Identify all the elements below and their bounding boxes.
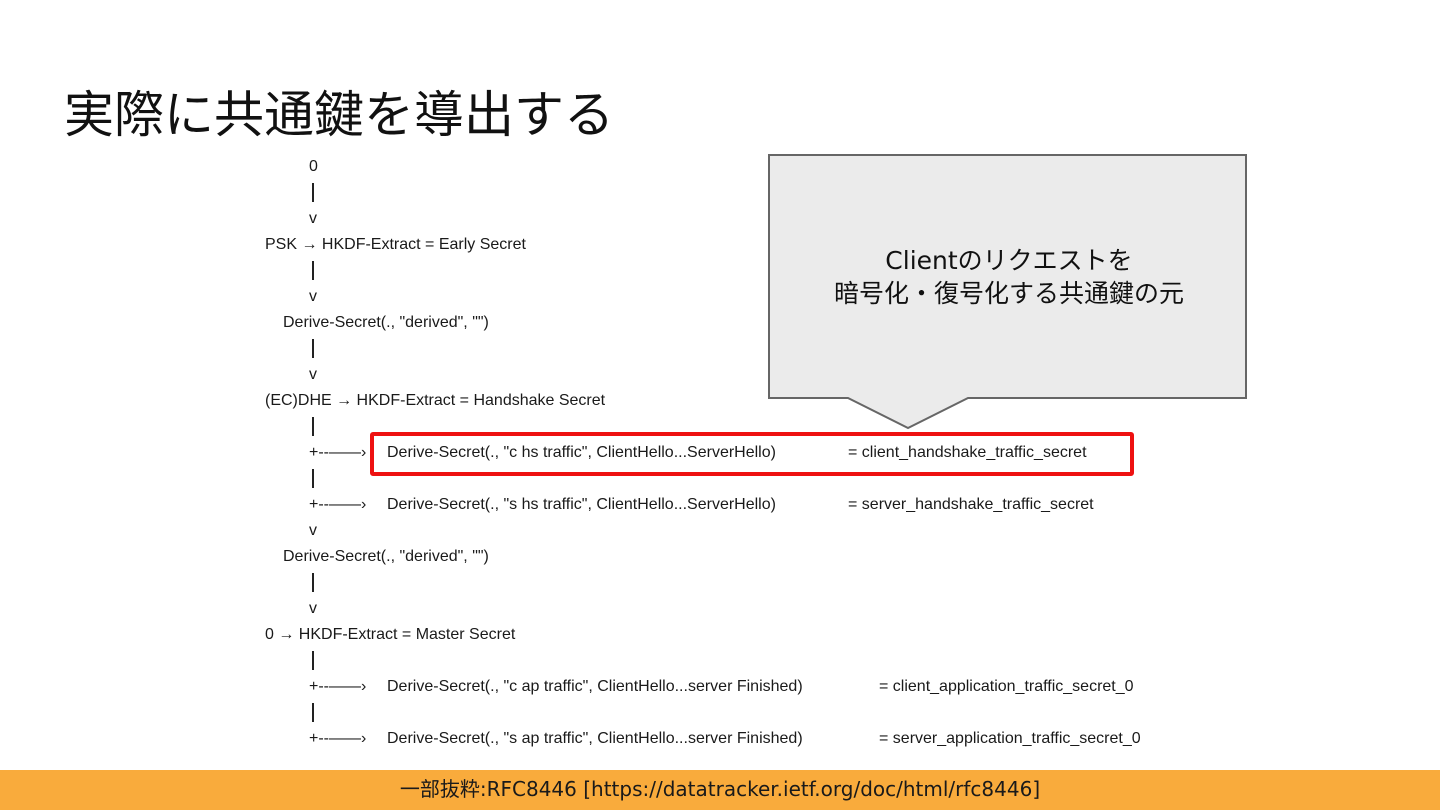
- flow-line: [312, 703, 314, 722]
- flow-arrow-v: v: [309, 210, 317, 227]
- source-footer: 一部抜粋:RFC8446 [https://datatracker.ietf.o…: [0, 770, 1440, 810]
- c-ap-result: = client_application_traffic_secret_0: [879, 678, 1134, 695]
- flow-line: [312, 651, 314, 670]
- branch-arrow: +--——›: [309, 444, 367, 461]
- s-ap-result: = server_application_traffic_secret_0: [879, 730, 1141, 747]
- early-secret-line: PSK → HKDF-Extract = Early Secret: [265, 236, 526, 253]
- flow-line: [312, 573, 314, 592]
- branch-arrow: +--——›: [309, 496, 367, 513]
- derive-derived-line: Derive-Secret(., "derived", ""): [283, 548, 489, 565]
- flow-arrow-v: v: [309, 600, 317, 617]
- highlight-box: [370, 432, 1134, 476]
- branch-arrow: +--——›: [309, 730, 367, 747]
- s-hs-derive: Derive-Secret(., "s hs traffic", ClientH…: [387, 496, 776, 513]
- handshake-secret-line: (EC)DHE → HKDF-Extract = Handshake Secre…: [265, 392, 606, 409]
- flow-line: [312, 469, 314, 488]
- s-hs-result: = server_handshake_traffic_secret: [848, 496, 1094, 513]
- master-secret-line: 0 → HKDF-Extract = Master Secret: [265, 626, 516, 643]
- derive-derived-line: Derive-Secret(., "derived", ""): [283, 314, 489, 331]
- flow-line: [312, 183, 314, 202]
- source-citation: 一部抜粋:RFC8446 [https://datatracker.ietf.o…: [399, 777, 1041, 801]
- input-zero: 0: [309, 158, 318, 175]
- flow-arrow-v: v: [309, 366, 317, 383]
- branch-arrow: +--——›: [309, 678, 367, 695]
- flow-line: [312, 261, 314, 280]
- flow-arrow-v: v: [309, 288, 317, 305]
- flow-line: [312, 339, 314, 358]
- s-ap-derive: Derive-Secret(., "s ap traffic", ClientH…: [387, 730, 803, 747]
- c-ap-derive: Derive-Secret(., "c ap traffic", ClientH…: [387, 678, 803, 695]
- flow-arrow-v: v: [309, 522, 317, 539]
- key-schedule-diagram: 0 v PSK → HKDF-Extract = Early Secret v …: [0, 0, 1440, 770]
- flow-line: [312, 417, 314, 436]
